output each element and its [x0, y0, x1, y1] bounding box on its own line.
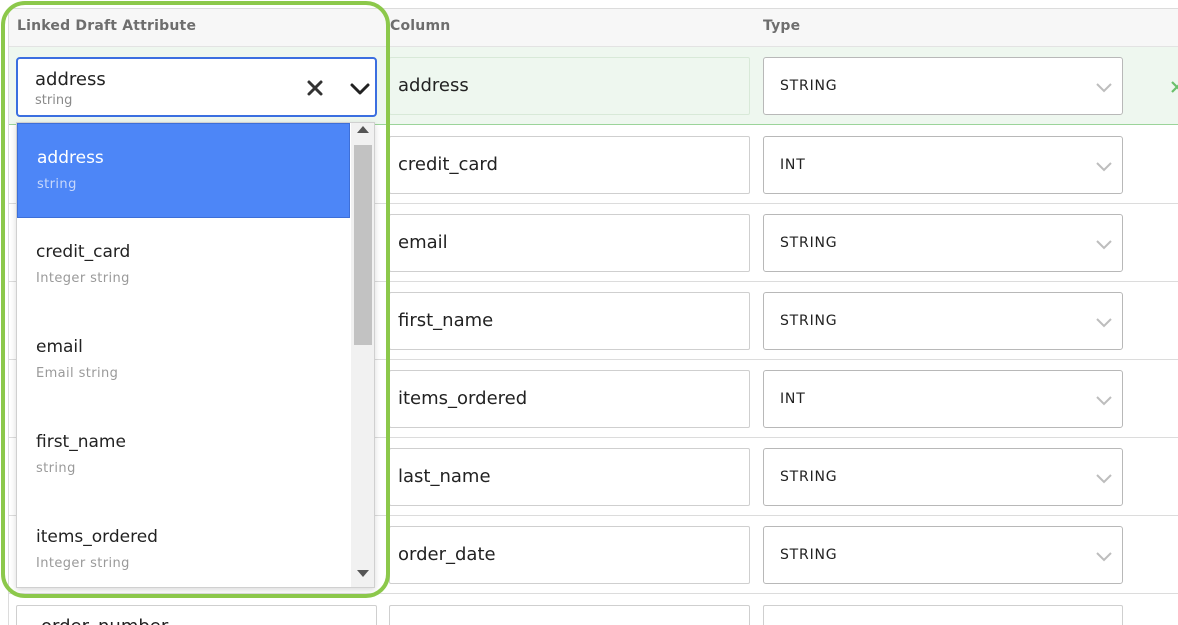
type-value: STRING [780, 313, 838, 329]
chevron-down-icon [1096, 83, 1112, 93]
linked-attribute-combobox[interactable]: address string [16, 57, 377, 117]
option-subtitle: Integer string [36, 271, 130, 286]
dropdown-option[interactable]: first_name string [17, 408, 350, 503]
header-type: Type [763, 18, 801, 34]
option-subtitle: string [36, 461, 76, 476]
chevron-down-icon [1096, 162, 1112, 172]
combobox-value: address [35, 69, 106, 90]
chevron-down-icon [1096, 396, 1112, 406]
option-subtitle: Email string [36, 366, 119, 381]
chevron-down-icon[interactable] [348, 78, 372, 100]
dropdown-option[interactable]: address string [17, 123, 350, 218]
table-header: Linked Draft Attribute Column Type [9, 9, 1178, 47]
type-value: INT [780, 157, 806, 173]
type-value: INT [780, 391, 806, 407]
dropdown-option[interactable]: items_ordered Integer string [17, 503, 350, 587]
remove-row-icon[interactable] [1170, 78, 1178, 96]
column-input[interactable]: email [389, 214, 750, 272]
chevron-down-icon [1096, 474, 1112, 484]
type-value: STRING [780, 78, 838, 94]
chevron-down-icon [1096, 240, 1112, 250]
linked-attribute-select[interactable]: order_number [16, 605, 377, 625]
option-label: credit_card [36, 242, 131, 262]
type-select[interactable]: STRING [763, 448, 1123, 506]
option-label: address [37, 148, 104, 168]
scroll-up-icon[interactable] [357, 126, 369, 133]
header-linked-draft-attribute: Linked Draft Attribute [17, 18, 197, 34]
scrollbar-thumb[interactable] [354, 145, 372, 345]
attribute-dropdown-list: address string credit_card Integer strin… [16, 122, 375, 588]
combobox-value-subtitle: string [35, 93, 73, 108]
column-input[interactable]: order_date [389, 526, 750, 584]
type-select[interactable]: INT [763, 136, 1123, 194]
column-input[interactable] [389, 605, 750, 625]
column-input[interactable]: credit_card [389, 136, 750, 194]
chevron-down-icon [1096, 318, 1112, 328]
option-subtitle: string [37, 177, 77, 192]
column-input[interactable]: address [389, 57, 750, 115]
dropdown-scrollbar[interactable] [351, 123, 374, 587]
type-select[interactable]: INT [763, 370, 1123, 428]
option-label: first_name [36, 432, 126, 452]
type-value: STRING [780, 469, 838, 485]
type-select[interactable] [763, 605, 1123, 625]
column-input[interactable]: last_name [389, 448, 750, 506]
option-subtitle: Integer string [36, 556, 130, 571]
option-label: email [36, 337, 83, 357]
type-select[interactable]: STRING [763, 57, 1123, 115]
dropdown-option[interactable]: credit_card Integer string [17, 218, 350, 313]
header-column: Column [390, 18, 451, 34]
column-input[interactable]: items_ordered [389, 370, 750, 428]
scroll-down-icon[interactable] [357, 570, 369, 577]
type-select[interactable]: STRING [763, 526, 1123, 584]
option-label: items_ordered [36, 527, 158, 547]
dropdown-option[interactable]: email Email string [17, 313, 350, 408]
type-value: STRING [780, 235, 838, 251]
column-input[interactable]: first_name [389, 292, 750, 350]
linked-attribute-value: order_number [41, 616, 168, 625]
close-icon[interactable] [304, 77, 326, 99]
type-select[interactable]: STRING [763, 214, 1123, 272]
type-value: STRING [780, 547, 838, 563]
type-select[interactable]: STRING [763, 292, 1123, 350]
chevron-down-icon [1096, 552, 1112, 562]
